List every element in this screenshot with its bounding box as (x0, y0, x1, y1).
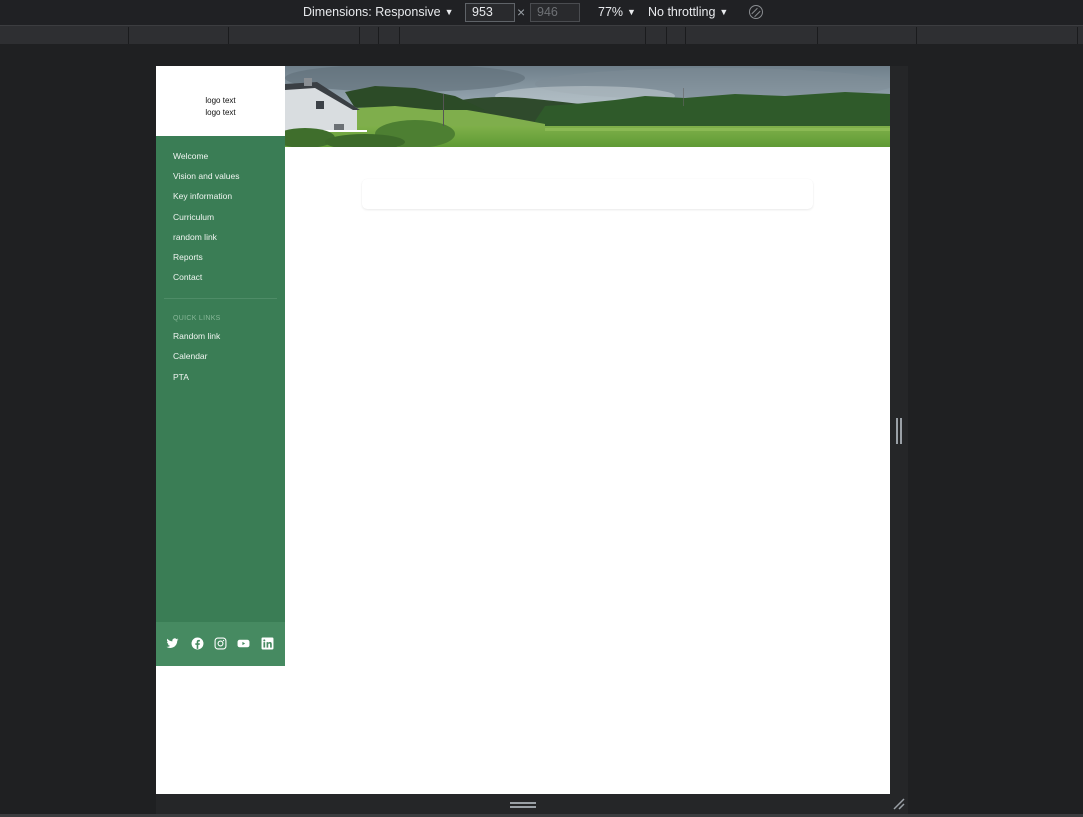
social-links-bar (156, 622, 285, 666)
linkedin-icon[interactable] (261, 637, 274, 650)
landscape-image (285, 66, 890, 147)
width-input[interactable]: 953 (465, 3, 515, 22)
dimensions-dropdown[interactable]: Dimensions: Responsive ▼ (303, 0, 453, 25)
throttling-label: No throttling (648, 5, 716, 19)
media-query-divider (817, 27, 818, 44)
youtube-icon[interactable] (237, 637, 250, 650)
sidebar: logo text logo text Welcome Vision and v… (156, 66, 285, 666)
caret-down-icon: ▼ (719, 7, 729, 17)
media-query-divider (228, 27, 229, 44)
quick-links: Random link Calendar PTA (173, 329, 220, 390)
corner-resize-handle[interactable] (892, 797, 906, 811)
media-query-divider (399, 27, 400, 44)
height-resize-handle[interactable] (510, 802, 536, 808)
times-icon: × (517, 4, 526, 20)
twitter-icon[interactable] (166, 637, 179, 650)
quick-link-pta[interactable]: PTA (173, 370, 220, 390)
nav-item-reports[interactable]: Reports (173, 250, 239, 270)
nav-item-key-information[interactable]: Key information (173, 189, 239, 209)
nav-item-contact[interactable]: Contact (173, 270, 239, 290)
device-toolbar: Dimensions: Responsive ▼ 953 × 946 77% ▼ N… (0, 0, 1083, 25)
throttling-dropdown[interactable]: No throttling ▼ (648, 0, 728, 25)
nav-item-vision-and-values[interactable]: Vision and values (173, 169, 239, 189)
facebook-icon[interactable] (191, 637, 204, 650)
quick-links-heading: QUICK LINKS (173, 315, 221, 322)
logo-text-line-2: logo text (205, 108, 236, 117)
quick-link-random-link[interactable]: Random link (173, 329, 220, 349)
main-nav: Welcome Vision and values Key informatio… (173, 149, 239, 290)
instagram-icon[interactable] (214, 637, 227, 650)
media-query-divider (359, 27, 360, 44)
rotate-icon[interactable] (749, 5, 763, 19)
nav-item-welcome[interactable]: Welcome (173, 149, 239, 169)
media-query-divider (666, 27, 667, 44)
caret-down-icon: ▼ (444, 7, 454, 17)
zoom-dropdown[interactable]: 77% ▼ (598, 0, 636, 25)
media-query-divider (128, 27, 129, 44)
nav-item-random-link[interactable]: random link (173, 230, 239, 250)
height-input[interactable]: 946 (530, 3, 580, 22)
caret-down-icon: ▼ (627, 7, 636, 17)
media-query-divider (916, 27, 917, 44)
emulated-viewport: logo text logo text Welcome Vision and v… (156, 66, 890, 794)
media-query-bar[interactable] (0, 25, 1083, 44)
media-query-divider (645, 27, 646, 44)
media-query-divider (685, 27, 686, 44)
content-card (362, 179, 813, 209)
nav-item-curriculum[interactable]: Curriculum (173, 210, 239, 230)
logo-text-line-1: logo text (205, 96, 236, 105)
dimensions-label: Dimensions: Responsive (303, 5, 441, 19)
width-resize-handle[interactable] (896, 418, 902, 444)
logo[interactable]: logo text logo text (156, 66, 285, 136)
quick-link-calendar[interactable]: Calendar (173, 349, 220, 369)
nav-divider (164, 298, 277, 299)
media-query-divider (1077, 27, 1078, 44)
media-query-divider (378, 27, 379, 44)
zoom-label: 77% (598, 5, 624, 19)
hero-banner-image (285, 66, 890, 147)
